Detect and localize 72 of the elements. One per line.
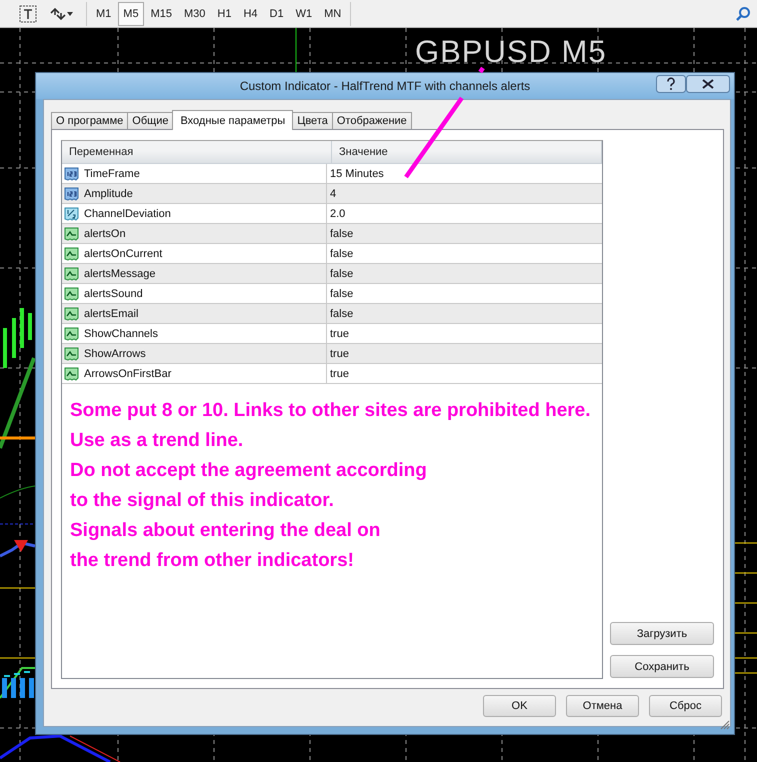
integer-type-icon [64,186,80,202]
tab[interactable]: Входные параметры [172,110,294,130]
annotation-text: Signals about entering the deal on [70,519,380,543]
down-arrow-icon [14,540,28,552]
parameter-name: ChannelDeviation [84,208,171,220]
parameter-name: Amplitude [84,188,133,200]
help-button[interactable] [656,75,686,93]
close-button[interactable] [686,75,730,93]
parameter-value[interactable]: false [330,268,354,280]
parameter-value[interactable]: 2.0 [330,208,346,220]
fraction-type-icon [64,206,80,222]
candlesticks [3,306,32,370]
boolean-type-icon [64,266,80,282]
parameter-name: alertsEmail [84,308,138,320]
text-tool-icon[interactable] [18,4,38,24]
column-header[interactable]: Переменная [62,141,332,163]
parameter-name: TimeFrame [84,168,140,180]
annotation-text: Use as a trend line. [70,429,244,453]
dialog-button[interactable]: Загрузить [610,622,714,645]
annotation-text: Do not accept the agreement according [70,459,427,483]
resize-grip-icon[interactable] [720,720,730,730]
timeframe-button[interactable]: M5 [118,2,144,26]
parameter-value[interactable]: true [330,368,349,380]
tab[interactable]: Цвета [292,112,333,129]
dialog-button[interactable]: Сброс [649,695,722,717]
parameter-value[interactable]: true [330,348,349,360]
annotation-text: the trend from other indicators! [70,549,354,573]
parameter-value[interactable]: false [330,288,354,300]
timeframe-button[interactable]: M15 [146,2,177,26]
parameter-name: ShowArrows [84,348,146,360]
tab[interactable]: О программе [51,112,128,129]
parameter-value[interactable]: false [330,308,354,320]
boolean-type-icon [64,246,80,262]
boolean-type-icon [64,326,80,342]
boolean-type-icon [64,346,80,362]
chart-symbol-title: GBPUSD M5 [415,34,607,70]
timeframe-button[interactable]: MN [319,2,346,26]
parameter-name: alertsSound [84,288,143,300]
timeframe-button[interactable]: W1 [290,2,318,26]
boolean-type-icon [64,306,80,322]
boolean-type-icon [64,226,80,242]
parameter-value[interactable]: 15 Minutes [330,168,384,180]
timeframe-button[interactable]: H4 [238,2,262,26]
parameter-name: alertsMessage [84,268,156,280]
tab[interactable]: Отображение [332,112,412,129]
parameter-name: ArrowsOnFirstBar [84,368,172,380]
tab[interactable]: Общие [127,112,174,129]
timeframe-button[interactable]: H1 [212,2,236,26]
annotation-text: Some put 8 or 10. Links to other sites are prohibited here. [70,399,591,423]
parameter-value[interactable]: false [330,248,354,260]
dialog-button[interactable]: Отмена [566,695,639,717]
parameter-value[interactable]: false [330,228,354,240]
indicator-line [0,541,36,558]
annotation-text: to the signal of this indicator. [70,489,334,513]
parameter-value[interactable]: true [330,328,349,340]
dialog-button[interactable]: OK [483,695,556,717]
dialog-button[interactable]: Сохранить [610,655,714,678]
histogram-bars [2,678,34,698]
timeframe-button[interactable]: D1 [264,2,289,26]
boolean-type-icon [64,286,80,302]
search-icon[interactable] [735,6,751,22]
parameter-value[interactable]: 4 [330,188,336,200]
indicator-line [0,486,36,498]
column-header[interactable]: Значение [332,141,602,163]
window-title: Custom Indicator - HalfTrend MTF with channels alerts [240,79,530,93]
parameter-name: alertsOnCurrent [84,248,162,260]
parameter-name: ShowChannels [84,328,158,340]
boolean-type-icon [64,366,80,382]
integer-type-icon [64,166,80,182]
timeframe-button[interactable]: M1 [91,2,116,26]
timeframe-button[interactable]: M30 [178,2,210,26]
parameter-name: alertsOn [84,228,126,240]
